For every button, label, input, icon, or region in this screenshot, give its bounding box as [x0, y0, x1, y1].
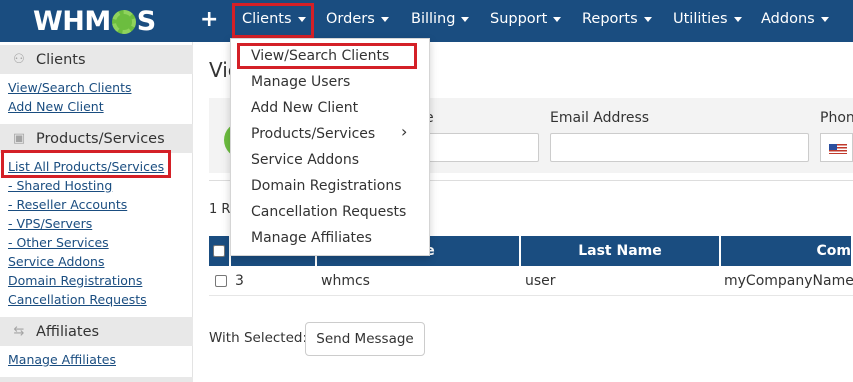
- exchange-icon: ⇆: [13, 323, 25, 339]
- nav-billing[interactable]: Billing: [411, 11, 470, 27]
- sidebar-header-products: ▣ Products/Services: [0, 124, 193, 153]
- sidebar-link-view-search-clients[interactable]: View/Search Clients: [8, 80, 132, 95]
- nav-addons-label: Addons: [761, 11, 815, 27]
- list-all-products-highlight-box: [1, 150, 171, 178]
- nav-orders[interactable]: Orders: [326, 11, 389, 27]
- caret-down-icon: [643, 16, 652, 22]
- caret-down-icon: [461, 16, 470, 22]
- users-icon: ⚇: [13, 51, 25, 67]
- caret-down-icon: [820, 16, 829, 22]
- sidebar-link-add-new-client[interactable]: Add New Client: [8, 99, 104, 114]
- select-all-header: [209, 236, 231, 266]
- sidebar: ⚇ Clients View/Search Clients Add New Cl…: [0, 42, 193, 382]
- sidebar-header-clients: ⚇ Clients: [0, 45, 193, 74]
- logo-text-left: WHM: [33, 5, 111, 37]
- whmcs-logo[interactable]: WHM S: [33, 4, 156, 38]
- sidebar-footer-strip: [0, 377, 193, 382]
- select-all-checkbox[interactable]: [213, 245, 225, 257]
- sidebar-link-cancellation-requests[interactable]: Cancellation Requests: [8, 292, 147, 307]
- sidebar-link-other-services[interactable]: - Other Services: [8, 235, 109, 250]
- menu-item-service-addons[interactable]: Service Addons: [251, 152, 359, 168]
- name-input[interactable]: [425, 133, 539, 162]
- sidebar-link-vps-servers[interactable]: - VPS/Servers: [8, 216, 92, 231]
- gear-icon: [111, 10, 136, 34]
- clients-highlight-box: [232, 3, 314, 38]
- nav-billing-label: Billing: [411, 11, 456, 27]
- row-last-name[interactable]: user: [525, 273, 556, 289]
- row-id[interactable]: 3: [235, 273, 244, 289]
- with-selected-label: With Selected:: [209, 330, 308, 346]
- row-checkbox[interactable]: [215, 275, 227, 287]
- menu-item-products-services[interactable]: Products/Services: [251, 126, 375, 142]
- top-navbar: WHM S + Clients Orders Billing Support Re…: [0, 0, 853, 42]
- row-first-name[interactable]: whmcs: [321, 273, 370, 289]
- country-flag-select[interactable]: [820, 133, 853, 162]
- sidebar-header-affiliates: ⇆ Affiliates: [0, 317, 193, 346]
- quick-add-plus-icon[interactable]: +: [200, 7, 218, 32]
- menu-item-cancellation-requests[interactable]: Cancellation Requests: [251, 204, 406, 220]
- view-search-clients-highlight-box: [237, 43, 417, 69]
- nav-support-label: Support: [490, 11, 548, 27]
- sidebar-link-reseller-accounts[interactable]: - Reseller Accounts: [8, 197, 127, 212]
- sidebar-header-label: Products/Services: [36, 130, 165, 147]
- caret-down-icon: [380, 16, 389, 22]
- menu-item-manage-users[interactable]: Manage Users: [251, 74, 350, 90]
- nav-orders-label: Orders: [326, 11, 375, 27]
- sidebar-link-manage-affiliates[interactable]: Manage Affiliates: [8, 352, 116, 367]
- row-company[interactable]: myCompanyName: [724, 273, 853, 289]
- nav-support[interactable]: Support: [490, 11, 562, 27]
- email-label: Email Address: [550, 110, 650, 126]
- nav-addons[interactable]: Addons: [761, 11, 829, 27]
- th-last-name[interactable]: Last Name: [521, 236, 721, 266]
- us-flag-icon: [829, 144, 847, 154]
- sidebar-link-domain-registrations[interactable]: Domain Registrations: [8, 273, 142, 288]
- sidebar-header-label: Clients: [36, 51, 86, 68]
- caret-down-icon: [553, 16, 562, 22]
- sidebar-link-service-addons[interactable]: Service Addons: [8, 254, 104, 269]
- cube-icon: ▣: [12, 130, 26, 146]
- records-count: 1 R: [209, 202, 231, 217]
- send-message-button[interactable]: Send Message: [305, 322, 425, 356]
- menu-item-add-new-client[interactable]: Add New Client: [251, 100, 358, 116]
- nav-reports[interactable]: Reports: [582, 11, 652, 27]
- nav-reports-label: Reports: [582, 11, 638, 27]
- sidebar-link-shared-hosting[interactable]: - Shared Hosting: [8, 178, 112, 193]
- th-company[interactable]: Com: [721, 236, 853, 266]
- caret-down-icon: [733, 16, 742, 22]
- table-row: 3 whmcs user myCompanyName: [209, 266, 853, 296]
- menu-item-domain-registrations[interactable]: Domain Registrations: [251, 178, 402, 194]
- clients-dropdown-menu: View/Search Clients Manage Users Add New…: [230, 38, 430, 256]
- sidebar-header-label: Affiliates: [36, 323, 100, 340]
- menu-item-manage-affiliates[interactable]: Manage Affiliates: [251, 230, 372, 246]
- nav-utilities[interactable]: Utilities: [673, 11, 742, 27]
- phone-label: Phon: [820, 110, 853, 126]
- chevron-right-icon: ›: [401, 122, 408, 141]
- logo-text-right: S: [136, 5, 156, 37]
- nav-utilities-label: Utilities: [673, 11, 728, 27]
- email-input[interactable]: [550, 133, 809, 162]
